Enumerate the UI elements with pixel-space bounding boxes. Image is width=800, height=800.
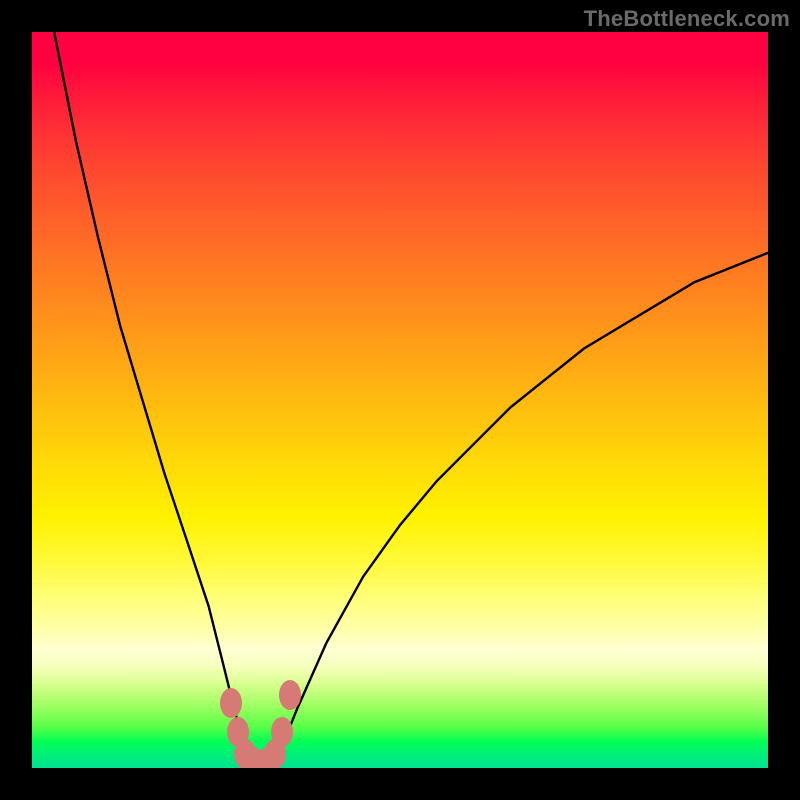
curve-marker	[220, 688, 242, 718]
plot-area	[32, 32, 768, 768]
bottleneck-curve	[32, 32, 768, 768]
chart-frame: TheBottleneck.com	[0, 0, 800, 800]
curve-marker	[279, 680, 301, 710]
watermark-text: TheBottleneck.com	[584, 6, 790, 32]
